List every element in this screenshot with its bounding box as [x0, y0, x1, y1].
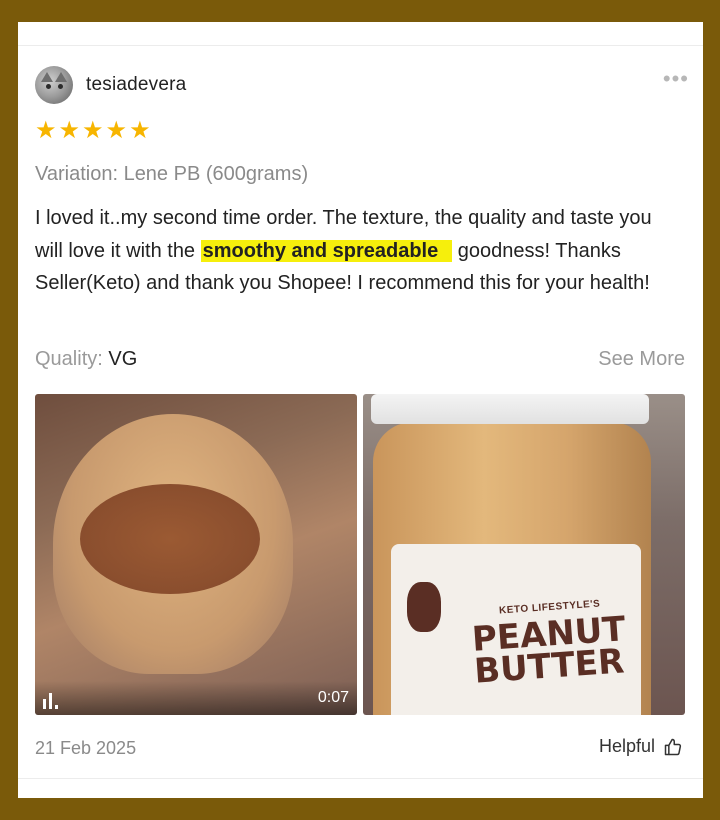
bottom-divider [18, 778, 703, 779]
avatar[interactable] [35, 66, 73, 104]
more-dots-icon[interactable]: ••• [663, 66, 689, 92]
star-icon: ★ [82, 117, 104, 144]
video-duration: 0:07 [317, 689, 349, 706]
star-icon: ★ [58, 117, 81, 144]
avatar-eye-right [58, 84, 63, 89]
see-more-link[interactable]: See More [598, 348, 685, 371]
review-date: 21 Feb 2025 [35, 738, 137, 758]
review-highlight: smoothy and spreadable [200, 239, 453, 262]
jar-label: KETO LIFESTYLE'S PEANUT BUTTER [391, 544, 641, 715]
helpful-button[interactable]: Helpful [599, 736, 683, 757]
avatar-ear-right [55, 72, 67, 82]
video-overlay-bar: 0:07 [35, 681, 357, 715]
star-icon: ★ [105, 117, 128, 144]
avatar-eye-left [46, 84, 51, 89]
quality-value: VG [102, 348, 138, 370]
review-video-thumbnail[interactable]: 0:07 [35, 394, 357, 715]
brand-logo-icon [407, 582, 441, 632]
review-card: tesiadevera ••• ★ ★ ★ ★ ★ Variation: Len… [18, 22, 703, 798]
top-divider [18, 45, 703, 46]
quality-label: Quality: [35, 348, 103, 370]
star-icon: ★ [129, 117, 151, 144]
label-product-text: PEANUT BUTTER [470, 609, 627, 692]
video-peanut-butter [80, 484, 260, 594]
thumbs-up-icon [664, 738, 682, 755]
username[interactable]: tesiadevera [86, 74, 186, 96]
jar-lid-image [371, 394, 649, 424]
avatar-ear-left [41, 72, 53, 82]
volume-bars-icon[interactable] [43, 691, 65, 709]
helpful-label: Helpful [598, 736, 655, 756]
quality-row: Quality: VG [35, 348, 137, 371]
review-photo-thumbnail[interactable]: KETO LIFESTYLE'S PEANUT BUTTER [363, 394, 685, 715]
variation-text: Variation: Lene PB (600grams) [35, 163, 309, 185]
star-icon: ★ [35, 117, 57, 144]
review-text: I loved it..my second time order. The te… [35, 202, 675, 300]
rating-stars: ★ ★ ★ ★ ★ [35, 119, 151, 143]
